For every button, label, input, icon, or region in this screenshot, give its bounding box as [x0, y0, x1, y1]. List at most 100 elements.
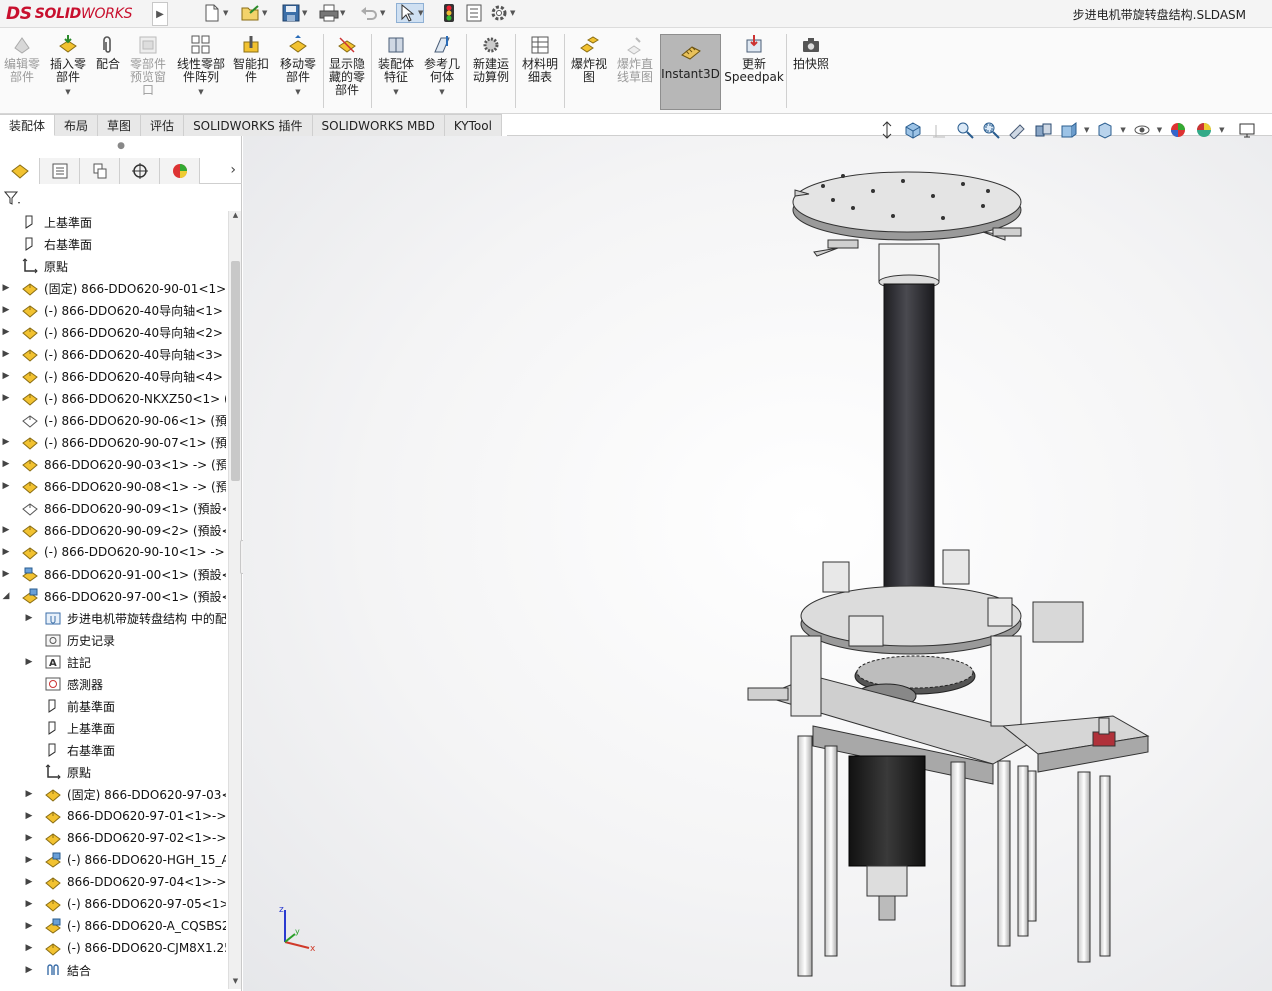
tree-item[interactable]: ▶ (-) 866-DDO620-NKXZ50<1> (預 — [0, 387, 228, 409]
chevron-down-icon[interactable]: ▼ — [510, 9, 515, 17]
expand-arrow-icon[interactable]: ▶ — [1, 569, 11, 579]
tree-item[interactable]: ▶ 866-DDO620-90-09<2> (預設<- — [0, 519, 228, 541]
tree-item[interactable]: ▶ (固定) 866-DDO620-97-03< — [0, 783, 228, 805]
edit-appearance-icon[interactable] — [1167, 119, 1189, 141]
view-cube-icon[interactable] — [902, 119, 924, 141]
tree-item[interactable]: 历史记录 — [0, 629, 228, 651]
menu-expand-button[interactable]: ▶ — [152, 2, 168, 26]
display-style-icon[interactable] — [1094, 119, 1116, 141]
tree-item[interactable]: ▶ A 註記 — [0, 651, 228, 673]
expand-arrow-icon[interactable]: ▶ — [24, 613, 34, 623]
chevron-down-icon[interactable]: ▼ — [439, 86, 444, 99]
tab-solidworks-addins[interactable]: SOLIDWORKS 插件 — [184, 114, 313, 136]
tree-scrollbar[interactable]: ▲ ▼ — [228, 211, 241, 989]
tree-item[interactable]: ▶ (固定) 866-DDO620-90-01<1> - — [0, 277, 228, 299]
chevron-down-icon[interactable]: ▼ — [295, 86, 300, 99]
dynamic-annotation-icon[interactable] — [1032, 119, 1054, 141]
stepper-motor[interactable] — [848, 755, 926, 921]
expand-arrow-icon[interactable]: ▶ — [24, 965, 34, 975]
chevron-down-icon[interactable]: ▼ — [418, 9, 423, 17]
tree-item[interactable]: ▶ (-) 866-DDO620-40导向轴<1> (預 — [0, 299, 228, 321]
tree-item[interactable]: ▶ (-) 866-DDO620-90-07<1> (預設 — [0, 431, 228, 453]
section-plane-icon[interactable] — [928, 119, 950, 141]
assembly-features-button[interactable]: 装配体 特征 ▼ — [375, 34, 417, 99]
tree-item[interactable]: ▶ (-) 866-DDO620-40导向轴<4> (預 — [0, 365, 228, 387]
component-preview-button[interactable]: 零部件 预览窗 口 — [128, 34, 168, 97]
chevron-down-icon[interactable]: ▼ — [393, 86, 398, 99]
reference-geometry-button[interactable]: 参考几 何体 ▼ — [421, 34, 463, 99]
assembly-model[interactable] — [243, 136, 1272, 991]
expand-arrow-icon[interactable]: ▶ — [1, 525, 11, 535]
tab-assembly[interactable]: 装配体 — [0, 114, 56, 136]
linear-slide[interactable] — [1001, 715, 1150, 773]
save-button[interactable]: ▼ — [281, 3, 307, 23]
expand-arrow-icon[interactable]: ▶ — [24, 899, 34, 909]
show-hidden-button[interactable]: 显示隐 藏的零 部件 — [327, 34, 367, 97]
tree-item[interactable]: ▶ (-) 866-DDO620-97-05<1> — [0, 893, 228, 915]
chevron-down-icon[interactable]: ▼ — [198, 86, 203, 99]
expand-arrow-icon[interactable]: ▶ — [1, 393, 11, 403]
chevron-right-icon[interactable]: › — [230, 162, 236, 178]
undo-button[interactable]: ▼ — [359, 3, 385, 23]
graphics-area[interactable]: z x y — [243, 136, 1272, 991]
tab-evaluate[interactable]: 评估 — [141, 114, 185, 136]
tree-item[interactable]: ▶ (-) 866-DDO620-A_CQSBS20 — [0, 915, 228, 937]
tree-item[interactable]: ▶ 866-DDO620-97-02<1>->? — [0, 827, 228, 849]
expand-arrow-icon[interactable]: ▶ — [24, 877, 34, 887]
tree-item[interactable]: ▶ (-) 866-DDO620-40导向轴<2> (預 — [0, 321, 228, 343]
tab-feature-manager[interactable] — [0, 158, 40, 184]
scrollbar-thumb[interactable] — [231, 261, 240, 481]
tab-display-manager[interactable] — [160, 158, 200, 184]
print-button[interactable]: ▼ — [319, 3, 345, 23]
tab-configuration-manager[interactable] — [80, 158, 120, 184]
support-legs[interactable] — [797, 735, 1111, 987]
expand-arrow-icon[interactable]: ▶ — [1, 547, 11, 557]
tree-item[interactable]: ▶ (-) 866-DDO620-CJM8X1.25 — [0, 937, 228, 959]
tree-item[interactable]: ▶ 結合 — [0, 959, 228, 981]
previous-view-icon[interactable] — [980, 119, 1002, 141]
chevron-down-icon[interactable]: ▼ — [1219, 126, 1224, 134]
chevron-down-icon[interactable]: ▼ — [223, 9, 228, 17]
tab-solidworks-mbd[interactable]: SOLIDWORKS MBD — [312, 114, 445, 136]
open-button[interactable]: ▼ — [241, 3, 267, 23]
tree-item[interactable]: ▶ 866-DDO620-90-03<1> -> (預設 — [0, 453, 228, 475]
tree-item[interactable]: 右基準面 — [0, 233, 228, 255]
move-component-button[interactable]: 移动零 部件 ▼ — [277, 34, 319, 99]
chevron-down-icon[interactable]: ▼ — [302, 9, 307, 17]
file-properties-button[interactable] — [464, 3, 484, 23]
tab-layout[interactable]: 布局 — [55, 114, 99, 136]
chevron-down-icon[interactable]: ▼ — [380, 9, 385, 17]
scroll-down-icon[interactable]: ▼ — [229, 977, 242, 989]
tree-filter[interactable] — [0, 186, 242, 210]
tree-item[interactable]: 原點 — [0, 255, 228, 277]
tree-item[interactable]: ▶ (-) 866-DDO620-40导向轴<3> (預 — [0, 343, 228, 365]
panel-grip-handle[interactable]: ● — [0, 136, 242, 156]
tree-item[interactable]: ▶ 866-DDO620-90-08<1> -> (預設 — [0, 475, 228, 497]
tree-item[interactable]: ▶ 866-DDO620-91-00<1> (預設<- — [0, 563, 228, 585]
expand-arrow-icon[interactable]: ▶ — [24, 811, 34, 821]
tree-item[interactable]: 右基準面 — [0, 739, 228, 761]
expand-arrow-icon[interactable]: ▶ — [1, 371, 11, 381]
chevron-down-icon[interactable]: ▼ — [1120, 126, 1125, 134]
expand-arrow-icon[interactable]: ▶ — [1, 349, 11, 359]
tree-item[interactable]: ▶ 步进电机带旋转盘结构 中的配 — [0, 607, 228, 629]
solidworks-logo[interactable]: DS SOLID WORKS — [6, 3, 132, 25]
bom-button[interactable]: 材料明 细表 — [519, 34, 561, 84]
expand-arrow-icon[interactable]: ▶ — [24, 943, 34, 953]
expand-arrow-icon[interactable]: ▶ — [1, 283, 11, 293]
scroll-up-icon[interactable]: ▲ — [229, 211, 242, 223]
insert-component-button[interactable]: 插入零 部件 ▼ — [47, 34, 89, 99]
tab-sketch[interactable]: 草图 — [98, 114, 142, 136]
tree-item[interactable]: 866-DDO620-90-09<1> (預設<- — [0, 497, 228, 519]
vertical-column[interactable] — [883, 283, 935, 625]
expand-arrow-icon[interactable]: ▶ — [1, 437, 11, 447]
tree-item[interactable]: ◢ 866-DDO620-97-00<1> (預設<- — [0, 585, 228, 607]
tree-item[interactable]: 感測器 — [0, 673, 228, 695]
motion-study-button[interactable]: 新建运 动算例 — [470, 34, 512, 84]
tab-property-manager[interactable] — [40, 158, 80, 184]
tree-item[interactable]: ▶ (-) 866-DDO620-90-10<1> -> ( — [0, 541, 228, 563]
view-orientation-icon[interactable] — [1058, 119, 1080, 141]
tree-item[interactable]: 上基準面 — [0, 717, 228, 739]
expand-arrow-icon[interactable]: ▶ — [1, 481, 11, 491]
rebuild-button[interactable] — [439, 3, 459, 23]
